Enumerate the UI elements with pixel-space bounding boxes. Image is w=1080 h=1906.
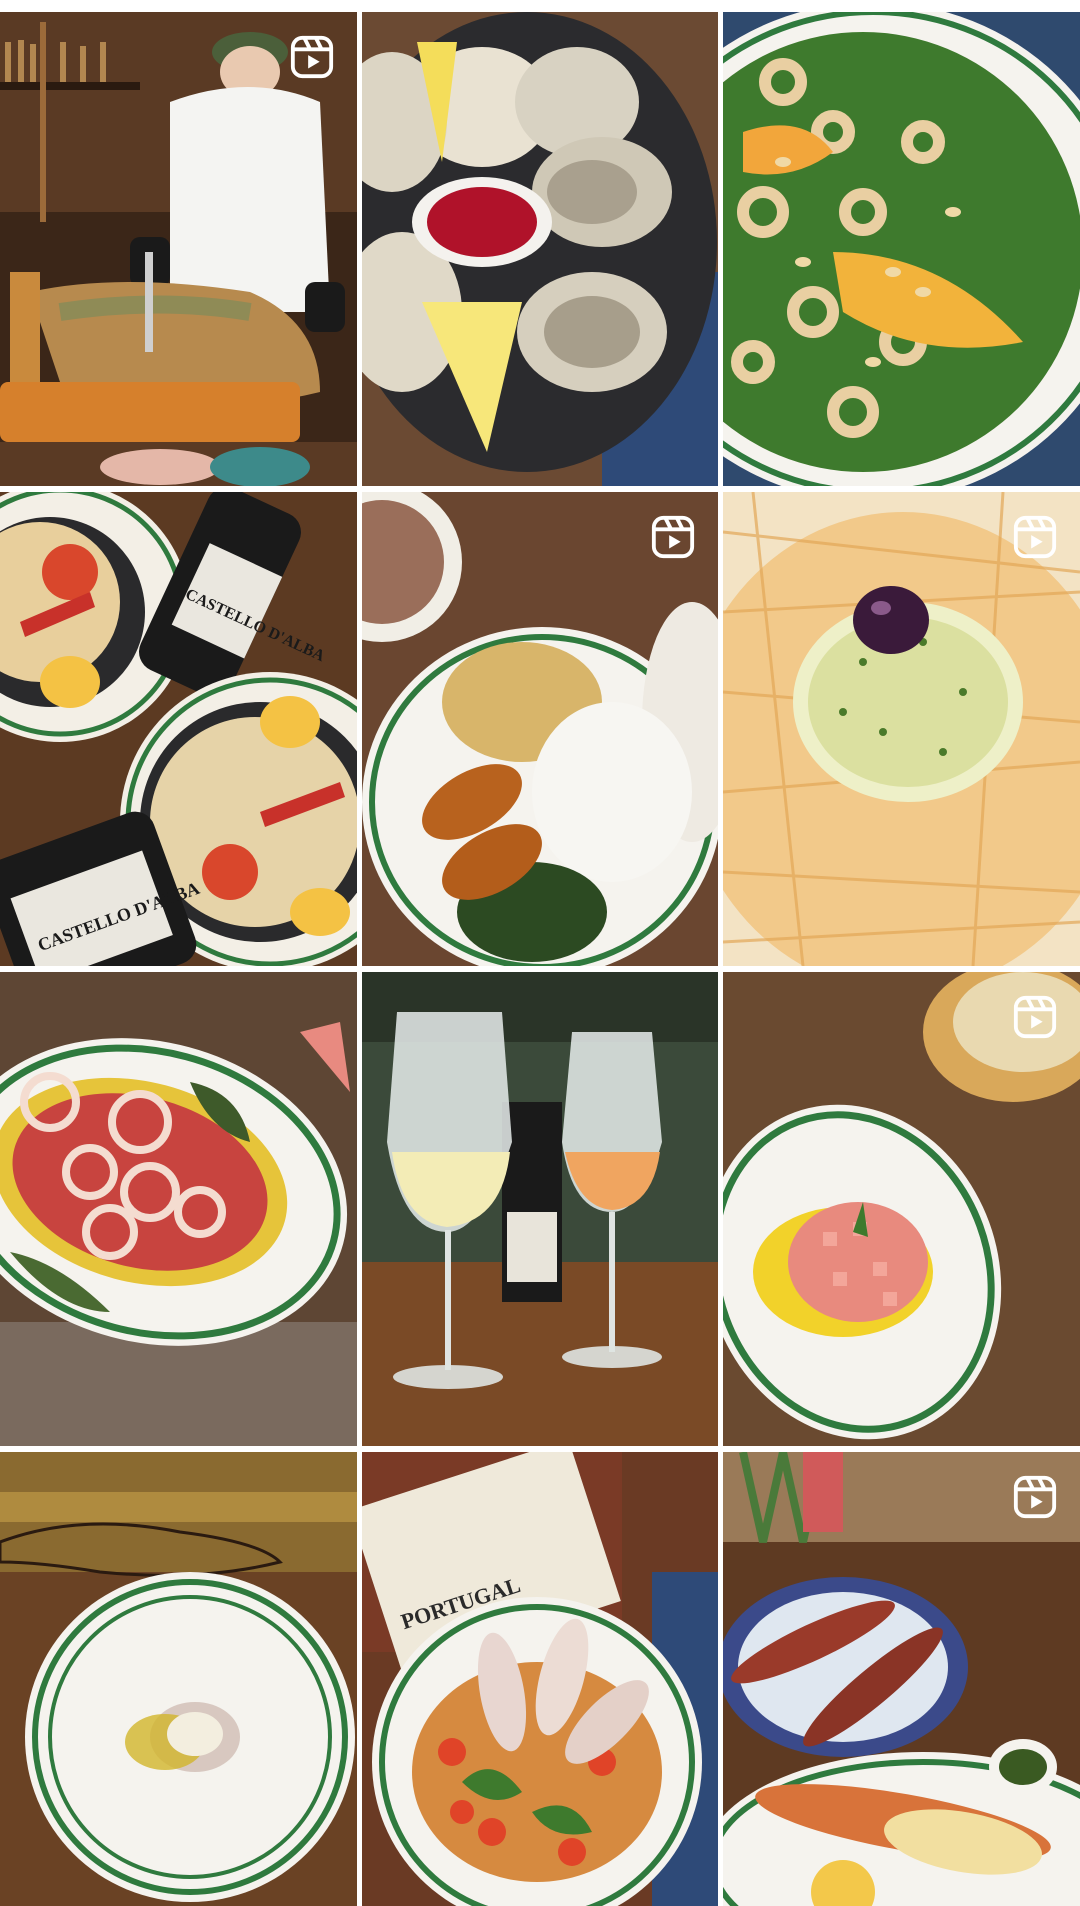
- post-image-cod-platter-wine: CASTELLO D'ALBA CASTELLO D'ALBA: [0, 492, 357, 966]
- post-tile-grilled-prawns[interactable]: [723, 1452, 1080, 1906]
- post-image-grilled-prawns: [723, 1452, 1080, 1906]
- post-tile-stuffed-squid[interactable]: PORTUGAL: [362, 1452, 718, 1906]
- post-image-bacalhau-straw-potatoes: [723, 492, 1080, 966]
- post-tile-wine-glasses[interactable]: [362, 972, 718, 1446]
- post-tile-ham-carving[interactable]: [0, 12, 357, 486]
- post-image-scallop: [0, 1452, 357, 1906]
- reels-icon: [1012, 514, 1058, 560]
- post-image-wine-glasses: [362, 972, 718, 1446]
- post-tile-carpaccio-onions[interactable]: [0, 972, 357, 1446]
- post-image-tuna-tartare: [723, 972, 1080, 1446]
- post-image-carpaccio-onions: [0, 972, 357, 1446]
- post-image-oysters: [362, 12, 718, 486]
- post-tile-bacalhau-straw-potatoes[interactable]: [723, 492, 1080, 966]
- post-image-squid-salad: [723, 12, 1080, 486]
- reels-icon: [289, 34, 335, 80]
- post-tile-croquettes-rice[interactable]: [362, 492, 718, 966]
- post-tile-squid-salad[interactable]: [723, 12, 1080, 486]
- reels-icon: [1012, 994, 1058, 1040]
- post-tile-scallop[interactable]: [0, 1452, 357, 1906]
- post-image-stuffed-squid: PORTUGAL: [362, 1452, 718, 1906]
- post-tile-oysters[interactable]: [362, 12, 718, 486]
- reels-icon: [1012, 1474, 1058, 1520]
- reels-icon: [650, 514, 696, 560]
- profile-post-grid: CASTELLO D'ALBA CASTELLO D'ALBA PORTUGAL: [0, 0, 1080, 1906]
- post-image-croquettes-rice: [362, 492, 718, 966]
- post-image-ham-carving: [0, 12, 357, 486]
- post-tile-cod-platter-wine[interactable]: CASTELLO D'ALBA CASTELLO D'ALBA: [0, 492, 357, 966]
- post-tile-tuna-tartare[interactable]: [723, 972, 1080, 1446]
